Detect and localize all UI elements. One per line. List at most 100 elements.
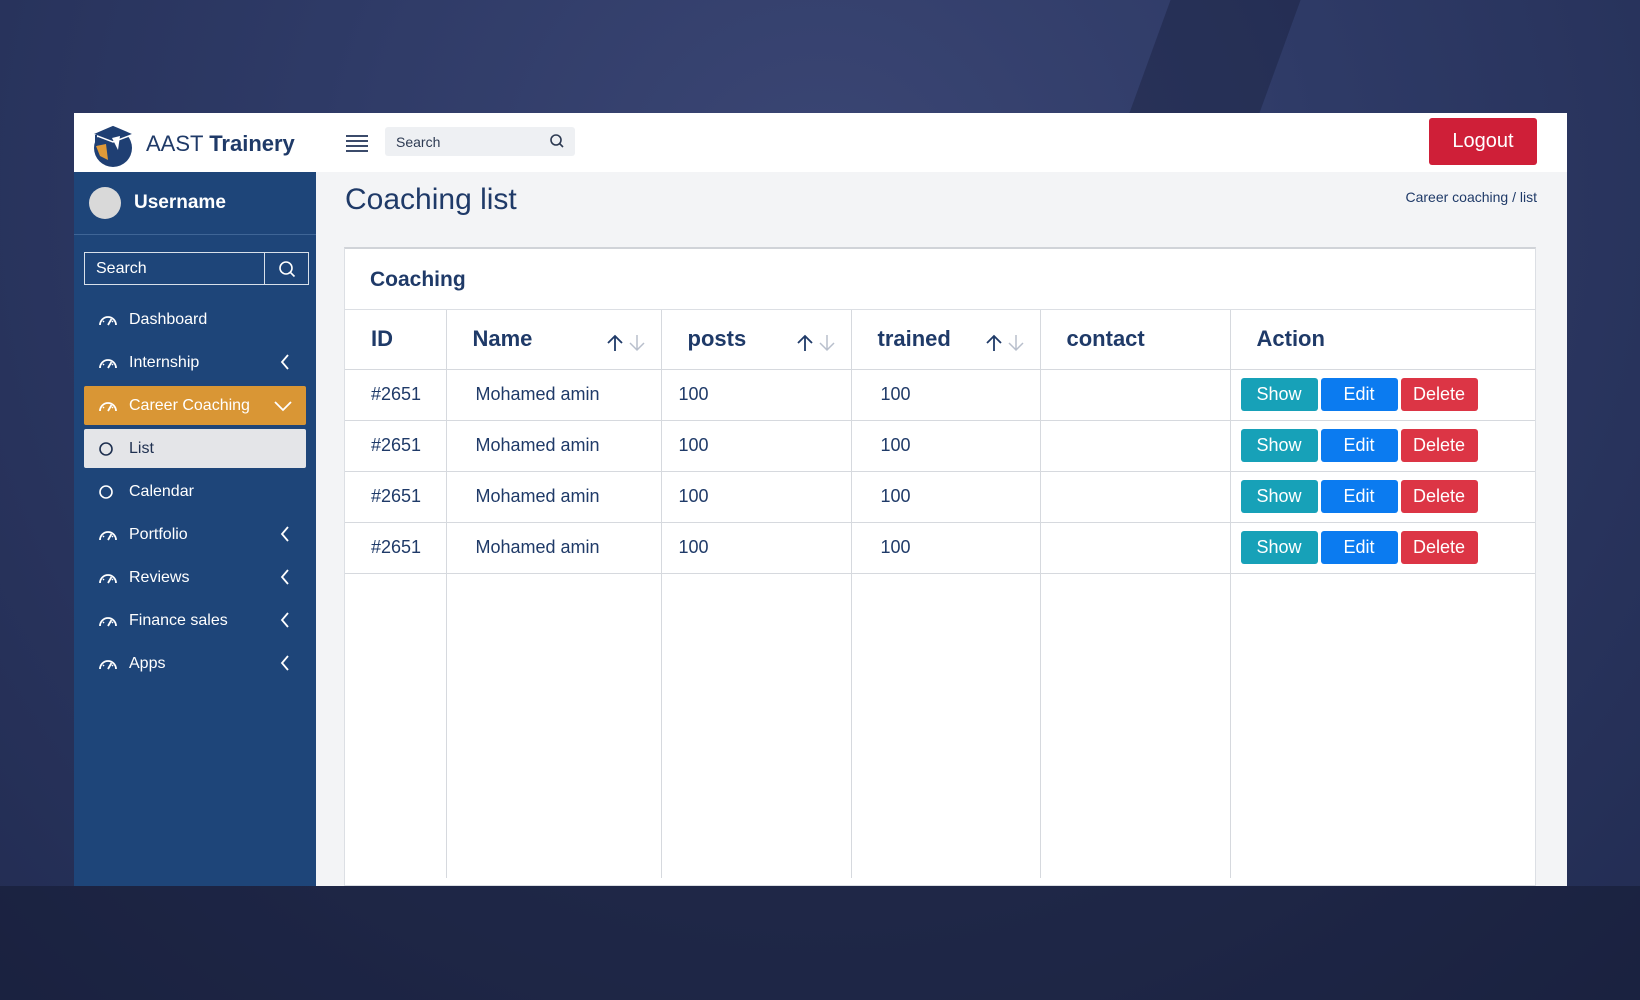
cell-name: Mohamed amin	[446, 522, 662, 574]
sort-ascending-icon[interactable]	[984, 332, 1004, 358]
sidebar-item-label: Reviews	[129, 568, 190, 586]
hamburger-icon	[346, 135, 368, 137]
chevron-left-icon	[280, 569, 290, 590]
cell-posts: 100	[661, 471, 852, 523]
gauge-icon	[98, 656, 118, 672]
chevron-left-icon	[280, 655, 290, 676]
delete-button[interactable]: Delete	[1400, 378, 1478, 411]
column-header-action: Action	[1230, 310, 1535, 370]
sidebar-item-calendar[interactable]: Calendar	[84, 472, 306, 511]
column-header-posts[interactable]: posts	[661, 310, 852, 370]
column-header-label: posts	[687, 326, 747, 352]
sidebar-item-portfolio[interactable]: Portfolio	[84, 515, 306, 554]
cell-contact	[1040, 369, 1231, 421]
sidebar-item-label: Dashboard	[129, 310, 208, 328]
cell-id: #2651	[345, 471, 447, 523]
edit-button[interactable]: Edit	[1320, 480, 1398, 513]
sidebar-item-career-coaching[interactable]: Career Coaching	[84, 386, 306, 425]
coaching-card: Coaching ID Name posts trained contact Action…	[344, 247, 1536, 886]
cell-actions: Show Edit Delete	[1230, 471, 1535, 523]
column-header-name[interactable]: Name	[446, 310, 662, 370]
sidebar-item-finance-sales[interactable]: Finance sales	[84, 601, 306, 640]
sidebar-item-label: Portfolio	[129, 525, 188, 543]
gauge-icon	[98, 570, 118, 586]
sort-descending-icon[interactable]	[627, 332, 647, 358]
table-header-row: ID Name posts trained contact Action	[345, 310, 1535, 370]
cell-actions: Show Edit Delete	[1230, 522, 1535, 574]
cell-actions: Show Edit Delete	[1230, 420, 1535, 472]
page-title: Coaching list	[345, 183, 517, 216]
app-window: AAST Trainery Logout Username	[74, 113, 1567, 886]
cell-name: Mohamed amin	[446, 420, 662, 472]
circle-icon	[98, 484, 118, 500]
user-panel[interactable]: Username	[74, 172, 316, 235]
table-row: #2651 Mohamed amin 100 100 Show Edit Delete	[345, 420, 1535, 472]
menu-toggle-button[interactable]	[346, 131, 368, 153]
gauge-icon	[98, 527, 118, 543]
column-header-id: ID	[345, 310, 447, 370]
sidebar-item-dashboard[interactable]: Dashboard	[84, 300, 306, 339]
top-bar: AAST Trainery Logout	[74, 113, 1567, 172]
circle-icon	[98, 441, 118, 457]
brand-name: AAST Trainery	[146, 131, 295, 157]
show-button[interactable]: Show	[1240, 378, 1318, 411]
sidebar-nav: Dashboard Internship Career Coaching List Ca…	[84, 300, 306, 687]
edit-button[interactable]: Edit	[1320, 531, 1398, 564]
sidebar-item-label: Internship	[129, 353, 200, 371]
search-icon[interactable]	[549, 133, 565, 149]
chevron-left-icon	[280, 612, 290, 633]
sort-controls[interactable]	[984, 332, 1026, 358]
sidebar-search-input[interactable]	[85, 253, 265, 284]
delete-button[interactable]: Delete	[1400, 531, 1478, 564]
sidebar-item-list[interactable]: List	[84, 429, 306, 468]
edit-button[interactable]: Edit	[1320, 378, 1398, 411]
sidebar-item-apps[interactable]: Apps	[84, 644, 306, 683]
sort-controls[interactable]	[605, 332, 647, 358]
edit-button[interactable]: Edit	[1320, 429, 1398, 462]
gauge-icon	[98, 398, 118, 414]
table-row: #2651 Mohamed amin 100 100 Show Edit Delete	[345, 522, 1535, 574]
sort-descending-icon[interactable]	[1006, 332, 1026, 358]
logout-button[interactable]: Logout	[1429, 118, 1537, 165]
table-row: #2651 Mohamed amin 100 100 Show Edit Delete	[345, 369, 1535, 421]
sidebar-item-label: Finance sales	[129, 611, 228, 629]
cell-posts: 100	[661, 420, 852, 472]
sidebar-item-label: Calendar	[129, 482, 194, 500]
card-title: Coaching	[345, 249, 1535, 310]
column-header-label: contact	[1066, 326, 1145, 352]
cell-posts: 100	[661, 522, 852, 574]
top-search	[385, 127, 575, 156]
sidebar-item-label: Apps	[129, 654, 166, 672]
cell-id: #2651	[345, 420, 447, 472]
show-button[interactable]: Show	[1240, 531, 1318, 564]
gauge-icon	[98, 312, 118, 328]
sidebar-item-internship[interactable]: Internship	[84, 343, 306, 382]
sidebar-item-reviews[interactable]: Reviews	[84, 558, 306, 597]
delete-button[interactable]: Delete	[1400, 480, 1478, 513]
sort-descending-icon[interactable]	[817, 332, 837, 358]
column-header-label: ID	[371, 326, 393, 352]
column-header-label: Action	[1256, 326, 1325, 352]
brand[interactable]: AAST Trainery	[88, 120, 295, 168]
chevron-down-icon	[274, 399, 292, 417]
sidebar-item-label: List	[129, 439, 154, 457]
delete-button[interactable]: Delete	[1400, 429, 1478, 462]
cell-actions: Show Edit Delete	[1230, 369, 1535, 421]
top-search-input[interactable]	[385, 127, 535, 156]
sort-ascending-icon[interactable]	[605, 332, 625, 358]
brand-prefix: AAST	[146, 131, 204, 156]
cell-id: #2651	[345, 369, 447, 421]
sidebar-item-label: Career Coaching	[129, 396, 250, 414]
cell-id: #2651	[345, 522, 447, 574]
table-empty-space	[345, 573, 1535, 878]
show-button[interactable]: Show	[1240, 429, 1318, 462]
column-header-trained[interactable]: trained	[851, 310, 1041, 370]
show-button[interactable]: Show	[1240, 480, 1318, 513]
sidebar-search-button[interactable]	[265, 253, 308, 284]
sort-ascending-icon[interactable]	[795, 332, 815, 358]
column-header-label: Name	[472, 326, 533, 352]
cell-trained: 100	[851, 420, 1041, 472]
cell-contact	[1040, 471, 1231, 523]
breadcrumb[interactable]: Career coaching / list	[1405, 189, 1537, 205]
sort-controls[interactable]	[795, 332, 837, 358]
